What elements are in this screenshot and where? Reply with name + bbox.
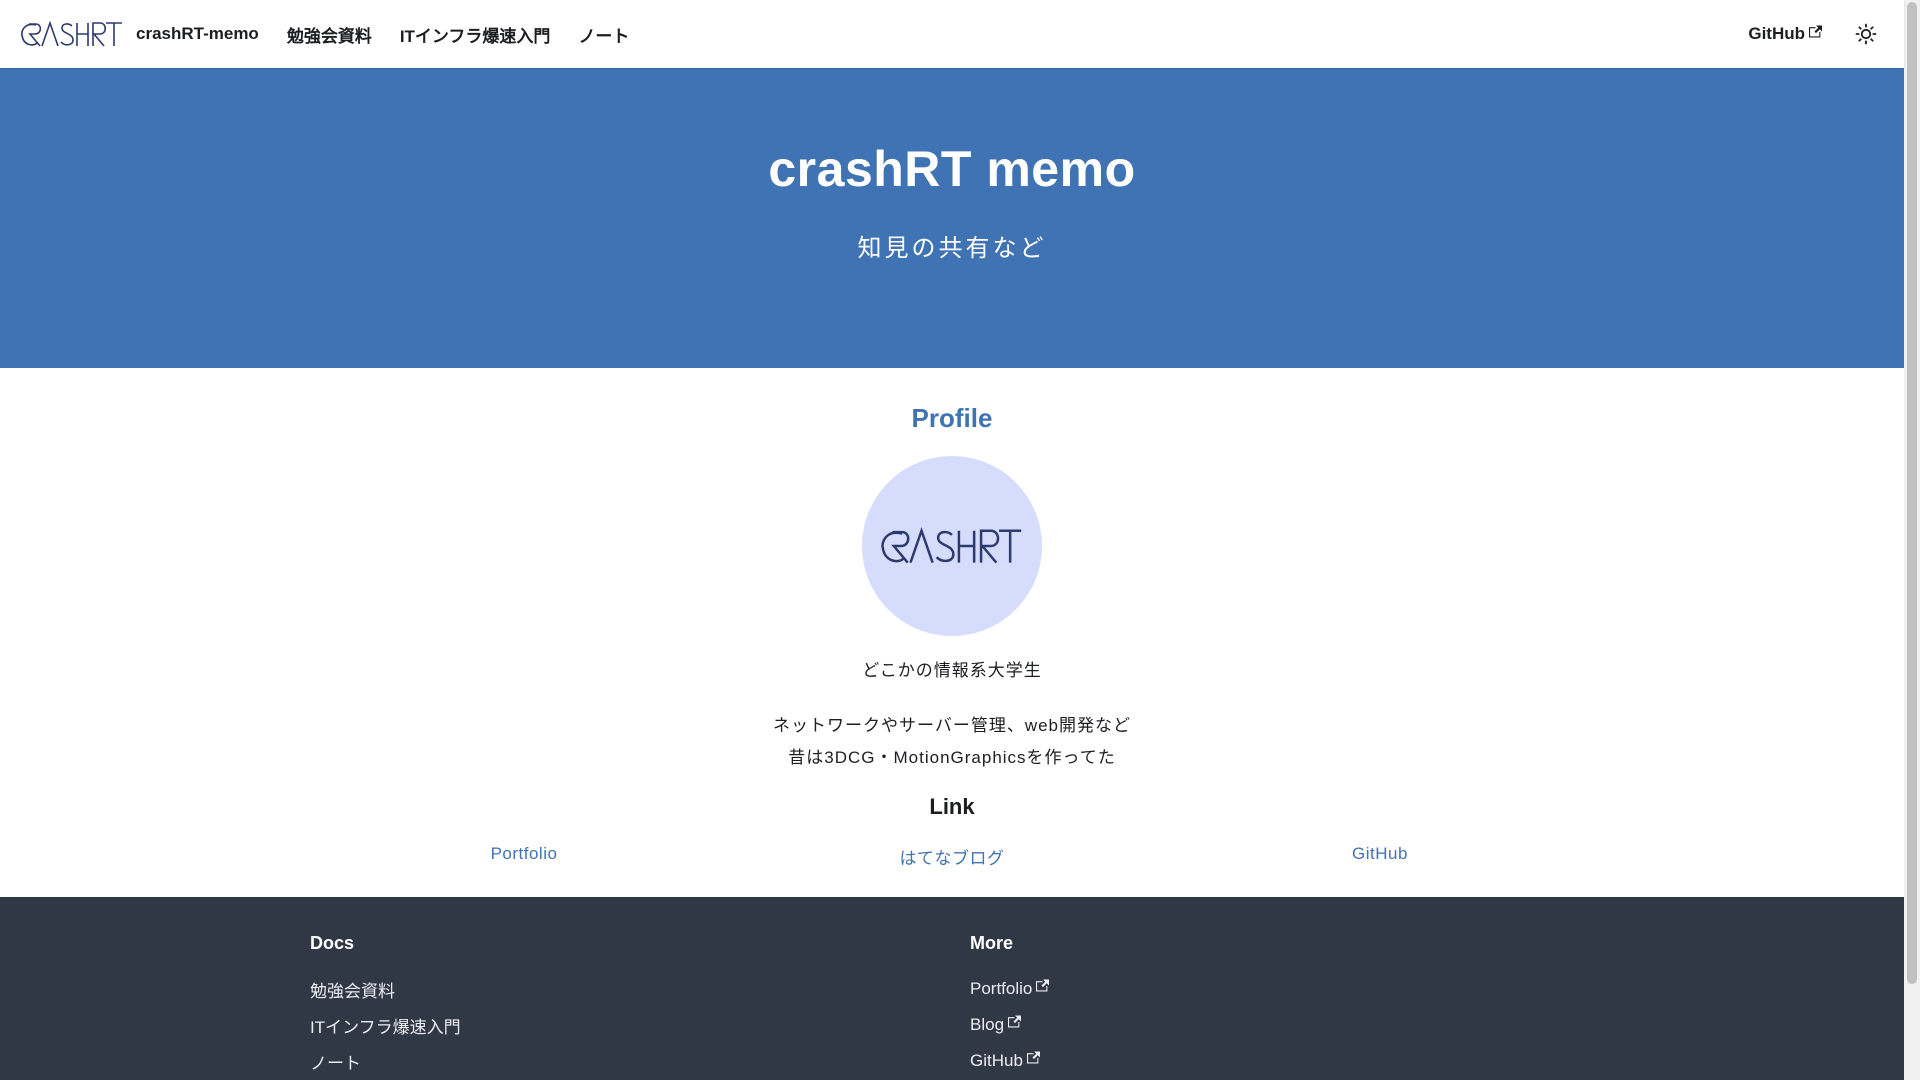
link-row: Portfolio はてなブログ GitHub [310,844,1594,869]
footer-docs-column: Docs 勉強会資料 ITインフラ爆速入門 ノート [310,933,461,1079]
footer-docs-title: Docs [310,933,355,953]
site-title: crashRT-memo [136,24,259,43]
main-content: Profile どこかの情報系大学生 ネットワークやサーバー管理、web開発など… [0,368,1904,897]
footer-link-study-materials[interactable]: 勉強会資料 [310,971,461,1007]
footer-link-notes[interactable]: ノート [310,1043,461,1079]
footer: Docs 勉強会資料 ITインフラ爆速入門 ノート More Portfolio… [0,897,1904,1080]
nav-link-study-materials[interactable]: 勉強会資料 [273,22,386,47]
link-heading: Link [929,794,975,819]
footer-link-github[interactable]: GitHub [970,1043,1049,1079]
external-link-icon [1809,25,1822,37]
footer-more-title: More [970,933,1014,953]
profile-bio-line: ネットワークやサーバー管理、web開発など [772,716,1131,735]
footer-link-portfolio[interactable]: Portfolio [970,971,1050,1007]
crashrt-avatar-logo [881,526,1022,564]
link-portfolio[interactable]: Portfolio [310,844,738,869]
scrollbar-thumb[interactable] [1907,2,1917,984]
hero-banner: crashRT memo 知見の共有など [0,68,1904,368]
profile-affiliation: どこかの情報系大学生 [862,661,1042,680]
link-hatena-blog[interactable]: はてなブログ [738,844,1166,869]
crashrt-logo [21,20,122,47]
nav-link-it-infra[interactable]: ITインフラ爆速入門 [386,22,565,47]
nav-link-notes[interactable]: ノート [564,22,643,47]
theme-toggle-button[interactable] [1848,16,1884,52]
nav-link-github[interactable]: GitHub [1734,24,1836,44]
external-link-icon [1008,1015,1022,1027]
nav-links: 勉強会資料 ITインフラ爆速入門 ノート [273,22,644,47]
navbar: crashRT-memo 勉強会資料 ITインフラ爆速入門 ノート GitHub [0,0,1904,68]
footer-link-blog[interactable]: Blog [970,1007,1049,1043]
footer-link-label: GitHub [970,1051,1023,1070]
nav-github-label: GitHub [1748,24,1805,43]
external-link-icon [1026,1051,1040,1063]
nav-right: GitHub [1734,16,1884,52]
footer-link-label: Portfolio [970,979,1033,998]
footer-more-column: More Portfolio Blog GitHub [970,933,1050,1079]
brand-link[interactable]: crashRT-memo [20,20,259,48]
hero-subtitle: 知見の共有など [857,235,1047,262]
footer-link-label: Blog [970,1015,1005,1034]
profile-heading: Profile [911,403,993,433]
page-scrollbar[interactable] [1904,0,1920,1080]
hero-title: crashRT memo [768,141,1136,197]
profile-bio-line: 昔は3DCG・MotionGraphicsを作ってた [788,748,1116,767]
link-github[interactable]: GitHub [1166,844,1594,869]
avatar [862,456,1042,636]
external-link-icon [1036,979,1050,991]
footer-link-it-infra[interactable]: ITインフラ爆速入門 [310,1007,461,1043]
sun-icon [1855,23,1877,45]
